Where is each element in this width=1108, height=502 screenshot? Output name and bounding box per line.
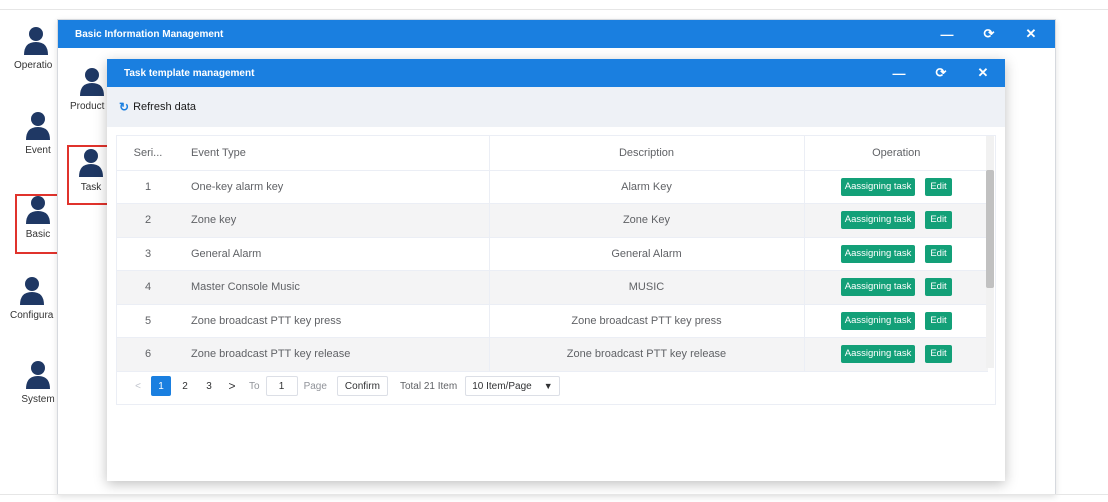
edit-button[interactable]: Edit <box>925 177 952 196</box>
chevron-down-icon: ▼ <box>543 381 553 391</box>
edit-button[interactable]: Edit <box>925 244 952 263</box>
user-icon <box>26 112 50 140</box>
restore-icon[interactable]: ⟳ <box>931 63 951 83</box>
assign-task-button[interactable]: Aassigning task <box>840 345 916 364</box>
assign-task-button[interactable]: Aassigning task <box>840 177 916 196</box>
page-1-button[interactable]: 1 <box>151 376 171 396</box>
cell-description: Zone broadcast PTT key release <box>488 337 805 372</box>
edit-button[interactable]: Edit <box>925 345 952 364</box>
task-table: Seri... Event Type Description Operation… <box>117 136 988 372</box>
cell-operation: Aassigning task Edit <box>804 304 988 338</box>
table-row: 5 Zone broadcast PTT key press Zone broa… <box>117 304 988 338</box>
table-row: 2 Zone key Zone Key Aassigning task Edit <box>117 203 988 238</box>
cell-serial: 3 <box>117 237 179 271</box>
cell-serial: 2 <box>117 203 179 238</box>
minimize-icon[interactable]: — <box>889 63 909 83</box>
page-3-button[interactable]: 3 <box>199 376 219 396</box>
inner-window-title: Task template management <box>124 67 255 79</box>
cell-event-type: Zone key <box>179 203 489 238</box>
page-2-button[interactable]: 2 <box>175 376 195 396</box>
pagination: < 1 2 3 > To Page Confirm Total 21 Item … <box>127 376 560 396</box>
table-scrollbar[interactable] <box>986 136 994 368</box>
table-row: 6 Zone broadcast PTT key release Zone br… <box>117 337 988 372</box>
edit-button[interactable]: Edit <box>925 311 952 330</box>
cell-serial: 6 <box>117 337 179 372</box>
refresh-label: Refresh data <box>133 101 197 113</box>
cell-operation: Aassigning task Edit <box>804 203 988 238</box>
edit-button[interactable]: Edit <box>925 278 952 297</box>
cell-event-type: Zone broadcast PTT key press <box>179 304 489 338</box>
minimize-icon[interactable]: — <box>937 24 957 44</box>
table-row: 1 One-key alarm key Alarm Key Aassigning… <box>117 170 988 204</box>
assign-task-button[interactable]: Aassigning task <box>840 211 916 230</box>
desktop-icon-label: Operatio <box>14 60 53 71</box>
goto-page-label: Page <box>303 380 327 392</box>
goto-page-input[interactable] <box>265 376 298 396</box>
table-row: 4 Master Console Music MUSIC Aassigning … <box>117 270 988 305</box>
header-operation: Operation <box>804 136 988 171</box>
assign-task-button[interactable]: Aassigning task <box>840 244 916 263</box>
desktop-icon-label: Configura <box>10 310 54 321</box>
cell-operation: Aassigning task Edit <box>804 337 988 372</box>
scrollbar-thumb[interactable] <box>986 170 994 288</box>
desktop-icon-operation[interactable]: Operatio <box>14 26 58 71</box>
cell-description: Zone Key <box>488 203 805 238</box>
toolbar: ↻ Refresh data <box>107 87 1005 127</box>
cell-description: MUSIC <box>488 270 805 305</box>
bottom-divider <box>0 494 1108 495</box>
edit-button[interactable]: Edit <box>925 211 952 230</box>
page-size-value: 10 Item/Page <box>472 380 532 392</box>
user-icon <box>20 277 44 305</box>
desktop: Operatio Event Basic Configura System Ba… <box>0 0 1108 502</box>
task-table-panel: Seri... Event Type Description Operation… <box>116 135 996 405</box>
goto-to-label: To <box>249 380 260 392</box>
cell-operation: Aassigning task Edit <box>804 270 988 305</box>
header-serial[interactable]: Seri... <box>117 136 179 171</box>
desktop-icon-configuration[interactable]: Configura <box>10 276 54 321</box>
outer-window-title: Basic Information Management <box>75 28 224 40</box>
prev-page-button[interactable]: < <box>127 376 149 396</box>
table-header-row: Seri... Event Type Description Operation <box>117 136 988 171</box>
assign-task-button[interactable]: Aassigning task <box>840 311 916 330</box>
header-description[interactable]: Description <box>488 136 805 171</box>
assign-task-button[interactable]: Aassigning task <box>840 278 916 297</box>
inner-title-bar[interactable]: Task template management — ⟳ ✕ <box>107 59 1005 87</box>
outer-title-bar[interactable]: Basic Information Management — ⟳ ✕ <box>58 20 1055 48</box>
cell-operation: Aassigning task Edit <box>804 170 988 204</box>
refresh-icon: ↻ <box>119 100 130 114</box>
cell-event-type: Zone broadcast PTT key release <box>179 337 489 372</box>
close-icon[interactable]: ✕ <box>973 63 993 83</box>
cell-description: Zone broadcast PTT key press <box>488 304 805 338</box>
cell-event-type: General Alarm <box>179 237 489 271</box>
total-items-label: Total 21 Item <box>399 380 458 392</box>
cell-operation: Aassigning task Edit <box>804 237 988 271</box>
cell-event-type: Master Console Music <box>179 270 489 305</box>
cell-description: General Alarm <box>488 237 805 271</box>
cell-event-type: One-key alarm key <box>179 170 489 204</box>
restore-icon[interactable]: ⟳ <box>979 24 999 44</box>
highlight-box-task <box>67 145 112 205</box>
page-size-select[interactable]: 10 Item/Page ▼ <box>465 376 560 396</box>
close-icon[interactable]: ✕ <box>1021 24 1041 44</box>
header-event-type[interactable]: Event Type <box>179 136 489 171</box>
cell-description: Alarm Key <box>488 170 805 204</box>
cell-serial: 1 <box>117 170 179 204</box>
user-icon <box>24 27 48 55</box>
user-icon <box>26 361 50 389</box>
confirm-button[interactable]: Confirm <box>336 376 388 396</box>
cell-serial: 5 <box>117 304 179 338</box>
top-divider <box>0 9 1108 10</box>
task-template-window: Task template management — ⟳ ✕ ↻ Refresh… <box>107 59 1005 481</box>
user-icon <box>80 68 104 96</box>
cell-serial: 4 <box>117 270 179 305</box>
refresh-button[interactable]: ↻ Refresh data <box>119 100 196 114</box>
next-page-button[interactable]: > <box>221 376 243 396</box>
table-row: 3 General Alarm General Alarm Aassigning… <box>117 237 988 271</box>
